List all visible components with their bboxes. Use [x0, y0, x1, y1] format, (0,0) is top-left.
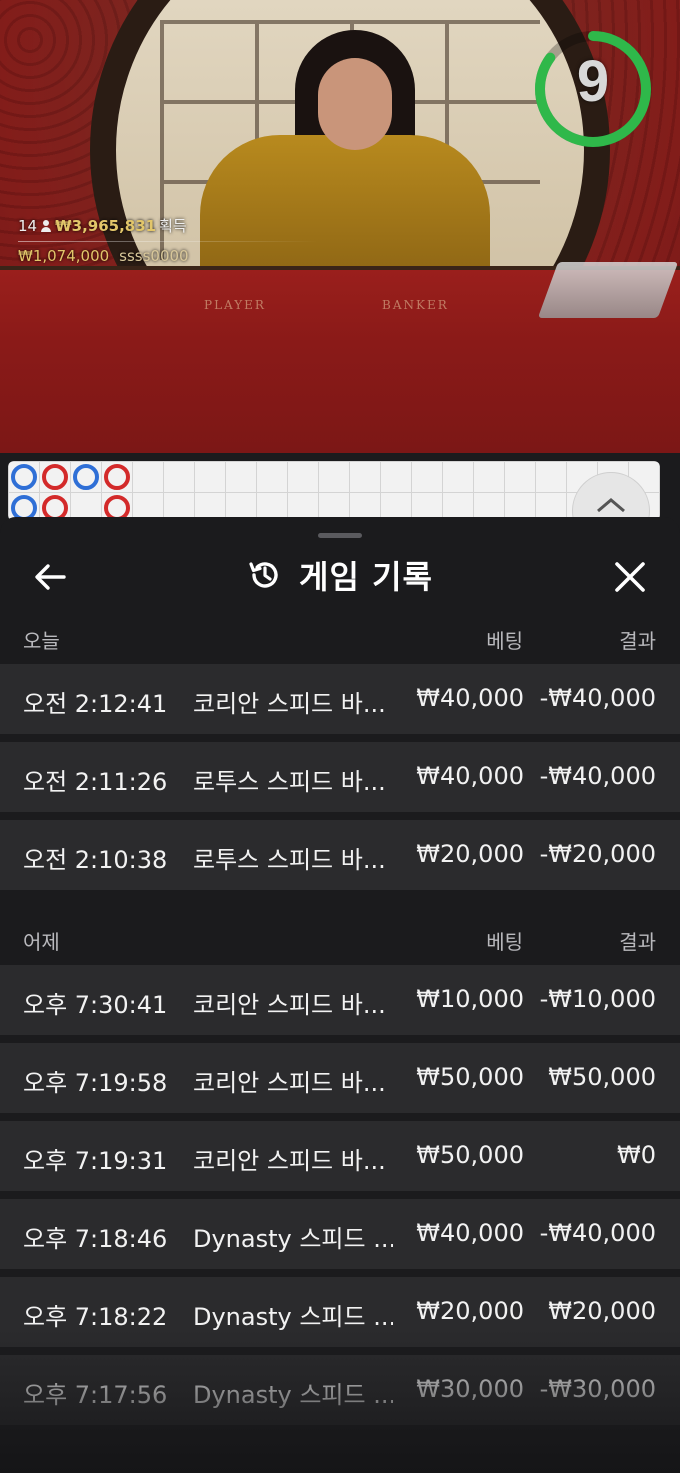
winners-panel: 14 ₩3,965,831 획득 ₩1,074,000 ssss0000 [18, 216, 318, 266]
close-icon[interactable] [608, 555, 652, 599]
sheet-drag-handle[interactable] [318, 533, 362, 538]
player-label: PLAYER [204, 298, 266, 312]
history-row[interactable]: 오후 7:18:22 Dynasty 스피드 ... ₩20,000 ₩20,0… [0, 1277, 680, 1347]
winners-total-suffix: 획득 [159, 217, 187, 235]
result-amount: -₩20,000 [539, 840, 656, 868]
game-name: Dynasty 스피드 ... [193, 1225, 393, 1253]
round-time: 오후 7:17:56 [23, 1381, 168, 1409]
result-column-header: 결과 [619, 930, 656, 954]
result-amount: -₩40,000 [539, 1219, 656, 1247]
game-name: 코리안 스피드 바... [193, 991, 386, 1019]
history-row[interactable]: 오전 2:10:38 로투스 스피드 바... ₩20,000 -₩20,000 [0, 820, 680, 890]
section-header-yesterday: 어제 베팅 결과 [0, 918, 680, 964]
section-day-label: 오늘 [23, 629, 60, 653]
game-name: 코리안 스피드 바... [193, 1069, 386, 1097]
bet-amount: ₩20,000 [416, 840, 524, 868]
history-row[interactable]: 오후 7:30:41 코리안 스피드 바... ₩10,000 -₩10,000 [0, 965, 680, 1035]
history-row[interactable]: 오후 7:17:56 Dynasty 스피드 ... ₩30,000 -₩30,… [0, 1355, 680, 1425]
game-name: 코리안 스피드 바... [193, 690, 386, 718]
bet-amount: ₩10,000 [416, 985, 524, 1013]
result-amount: -₩10,000 [539, 985, 656, 1013]
banker-label: BANKER [382, 298, 449, 312]
bet-amount: ₩50,000 [416, 1063, 524, 1091]
card-shoe [537, 262, 679, 318]
bet-column-header: 베팅 [486, 930, 523, 954]
result-amount: ₩0 [617, 1141, 656, 1169]
result-amount: ₩20,000 [548, 1297, 656, 1325]
bet-amount: ₩50,000 [416, 1141, 524, 1169]
game-name: Dynasty 스피드 ... [193, 1381, 393, 1409]
bead-banker [42, 464, 68, 490]
round-time: 오전 2:10:38 [23, 846, 168, 874]
round-time: 오후 7:30:41 [23, 991, 168, 1019]
bet-amount: ₩40,000 [416, 1219, 524, 1247]
bet-amount: ₩30,000 [416, 1375, 524, 1403]
back-arrow-icon[interactable] [28, 555, 72, 599]
history-icon [249, 562, 278, 588]
result-amount: -₩40,000 [539, 684, 656, 712]
game-name: 로투스 스피드 바... [193, 846, 386, 874]
history-row[interactable]: 오후 7:18:46 Dynasty 스피드 ... ₩40,000 -₩40,… [0, 1199, 680, 1269]
result-amount: ₩50,000 [548, 1063, 656, 1091]
history-row[interactable]: 오후 7:19:58 코리안 스피드 바... ₩50,000 ₩50,000 [0, 1043, 680, 1113]
bead-player [73, 464, 99, 490]
round-time: 오전 2:12:41 [23, 690, 168, 718]
result-amount: -₩30,000 [539, 1375, 656, 1403]
winner-count: 14 [18, 217, 38, 235]
game-name: 코리안 스피드 바... [193, 1147, 386, 1175]
winners-total: ₩3,965,831 [55, 217, 157, 235]
section-day-label: 어제 [23, 930, 60, 954]
top-winner-user: ssss0000 [119, 247, 189, 265]
bead-road [8, 461, 660, 521]
round-time: 오후 7:18:46 [23, 1225, 168, 1253]
bet-column-header: 베팅 [486, 629, 523, 653]
bet-amount: ₩20,000 [416, 1297, 524, 1325]
result-column-header: 결과 [619, 629, 656, 653]
dealer-face [318, 58, 392, 150]
game-name: Dynasty 스피드 ... [193, 1303, 393, 1331]
sheet-header: 게임 기록 [0, 551, 680, 599]
game-name: 로투스 스피드 바... [193, 768, 386, 796]
round-time: 오후 7:19:58 [23, 1069, 168, 1097]
round-time: 오후 7:18:22 [23, 1303, 168, 1331]
history-row[interactable]: 오전 2:12:41 코리안 스피드 바... ₩40,000 -₩40,000 [0, 664, 680, 734]
bead-banker [104, 464, 130, 490]
chevron-up-icon [597, 498, 625, 513]
winners-divider [18, 241, 318, 242]
bet-amount: ₩40,000 [416, 762, 524, 790]
result-amount: -₩40,000 [539, 762, 656, 790]
history-row[interactable]: 오전 2:11:26 로투스 스피드 바... ₩40,000 -₩40,000 [0, 742, 680, 812]
round-time: 오전 2:11:26 [23, 768, 168, 796]
sheet-title: 게임 기록 [299, 558, 433, 596]
history-row[interactable]: 오후 7:19:31 코리안 스피드 바... ₩50,000 ₩0 [0, 1121, 680, 1191]
person-icon [40, 220, 52, 232]
countdown-number: 9 [576, 49, 610, 114]
game-history-sheet: 게임 기록 오늘 베팅 결과 오전 2:12:41 코리안 스피드 바... ₩… [0, 517, 680, 1473]
section-header-today: 오늘 베팅 결과 [0, 617, 680, 663]
top-winner-amount: ₩1,074,000 [18, 247, 110, 265]
title-group: 게임 기록 [0, 551, 680, 599]
bead-player [11, 464, 37, 490]
round-time: 오후 7:19:31 [23, 1147, 168, 1175]
bet-amount: ₩40,000 [416, 684, 524, 712]
